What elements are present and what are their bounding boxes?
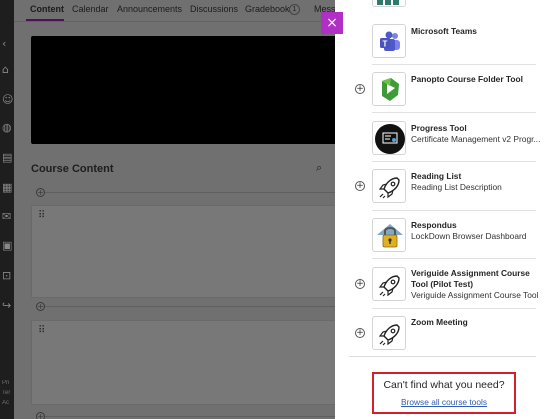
add-tool-icon[interactable]: + [355, 181, 365, 191]
gradebook-badge: 1 [289, 4, 300, 15]
add-content-icon[interactable]: + [36, 188, 45, 197]
rocket-icon [372, 169, 406, 203]
tab-announcements[interactable]: Announcements [117, 4, 182, 14]
tab-discussions[interactable]: Discussions [190, 4, 238, 14]
back-icon[interactable]: ‹ [2, 38, 14, 50]
divider [42, 192, 350, 193]
add-content-icon[interactable]: + [36, 412, 45, 419]
tool-name: Zoom Meeting [411, 317, 468, 327]
divider [42, 306, 350, 307]
tool-name: Progress Tool [411, 123, 467, 133]
content-module[interactable]: ⠿ [31, 320, 350, 405]
sidebar-footer-text: Pri [2, 380, 10, 386]
rocket-icon [372, 267, 406, 301]
tab-calendar[interactable]: Calendar [72, 4, 109, 14]
add-content-icon[interactable]: + [36, 302, 45, 311]
sidebar-footer-text: Ter [2, 390, 11, 396]
tool-name: Reading List [411, 171, 462, 181]
profile-icon[interactable]: ☺ [2, 94, 14, 106]
signout-icon[interactable]: ↪ [2, 300, 14, 312]
sidebar-footer-text: Ac [2, 400, 10, 406]
certificate-icon [372, 121, 406, 155]
course-banner [31, 36, 350, 144]
browse-all-tools-link[interactable]: Browse all course tools [374, 397, 514, 407]
divider [349, 356, 536, 357]
divider [372, 112, 536, 113]
tab-gradebook[interactable]: Gradebook [245, 4, 290, 14]
tools-icon[interactable]: ⊡ [2, 270, 14, 282]
left-sidebar: ‹ ⌂ ☺ ◍ ▤ ▦ ✉ ▣ ⊡ ↪ Pri Ter Ac [0, 0, 14, 419]
divider [372, 308, 536, 309]
course-page: Content Calendar Announcements Discussio… [14, 0, 350, 419]
tool-description: Reading List Description [411, 182, 502, 192]
tool-description: LockDown Browser Dashboard [411, 231, 527, 241]
course-content-title: Course Content [31, 163, 114, 175]
grades-icon[interactable]: ▣ [2, 240, 14, 252]
tool-description: Veriguide Assignment Course Tool [411, 290, 539, 300]
course-tools-panel: T Microsoft Teams + Panopto Course Folde… [335, 0, 553, 419]
svg-text:T: T [383, 40, 388, 49]
drag-handle-icon[interactable]: ⠿ [38, 210, 45, 221]
tool-logo-icon [372, 0, 406, 7]
course-tabs: Content Calendar Announcements Discussio… [14, 0, 350, 22]
active-tab-indicator [26, 19, 64, 21]
divider [372, 64, 536, 65]
padlock-icon [372, 218, 406, 252]
search-icon[interactable]: ⌕ [316, 161, 322, 175]
rocket-icon [372, 316, 406, 350]
divider [372, 210, 536, 211]
courses-icon[interactable]: ▤ [2, 152, 14, 164]
add-tool-icon[interactable]: + [355, 279, 365, 289]
add-tool-icon[interactable]: + [355, 328, 365, 338]
institution-icon[interactable]: ⌂ [2, 64, 14, 76]
globe-icon[interactable]: ◍ [2, 122, 14, 134]
tool-name: Microsoft Teams [411, 26, 477, 36]
tool-description: Certificate Management v2 Progr... [411, 134, 541, 144]
divider [42, 416, 350, 417]
panopto-icon [372, 72, 406, 106]
calendar-icon[interactable]: ▦ [2, 182, 14, 194]
tool-name: Veriguide Assignment Course Tool (Pilot … [411, 268, 530, 289]
drag-handle-icon[interactable]: ⠿ [38, 325, 45, 336]
tool-name: Respondus [411, 220, 457, 230]
help-title: Can't find what you need? [383, 379, 505, 391]
add-tool-icon[interactable]: + [355, 84, 365, 94]
close-panel-button[interactable]: × [321, 12, 343, 34]
tool-name: Panopto Course Folder Tool [411, 74, 523, 84]
messages-icon[interactable]: ✉ [2, 211, 14, 223]
tab-content[interactable]: Content [30, 4, 64, 14]
divider [372, 161, 536, 162]
help-box: Can't find what you need? Browse all cou… [372, 372, 516, 414]
microsoft-teams-icon: T [372, 24, 406, 58]
divider [372, 258, 536, 259]
content-module[interactable]: ⠿ [31, 205, 350, 298]
